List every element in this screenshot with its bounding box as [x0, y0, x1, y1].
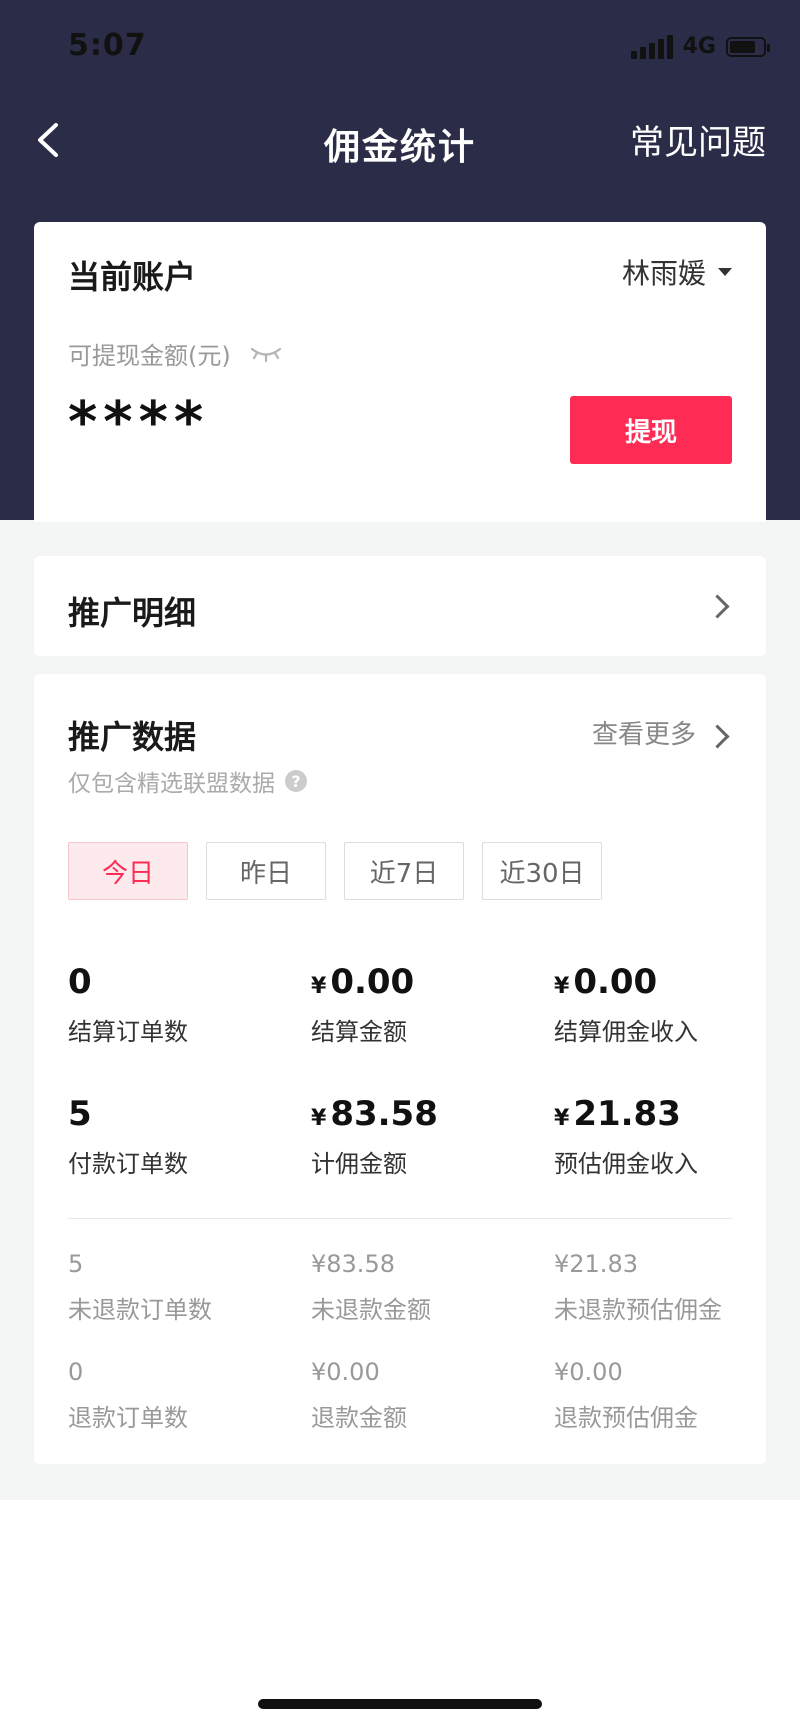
promotion-detail-title: 推广明细 [68, 594, 197, 632]
stat-value: ¥0.00 [311, 962, 415, 1002]
stat-refund-amount: ¥0.00 退款金额 [311, 1358, 531, 1433]
stat-commissionable-amount: ¥83.58 计佣金额 [311, 1094, 531, 1179]
stat-value: ¥21.83 [554, 1094, 681, 1134]
promotion-data-title: 推广数据 [68, 718, 197, 756]
tab-today[interactable]: 今日 [68, 842, 188, 900]
stat-label: 付款订单数 [68, 1150, 188, 1178]
stat-value: ¥0.00 [554, 962, 658, 1002]
stat-value: 0 [68, 962, 92, 1002]
status-time: 5:07 [68, 28, 147, 63]
status-indicators: 4G [630, 34, 770, 59]
stat-label: 未退款金额 [311, 1296, 431, 1324]
stat-value: ¥0.00 [311, 1358, 380, 1386]
date-range-tabs: 今日 昨日 近7日 近30日 [68, 842, 602, 900]
stat-value: 5 [68, 1094, 92, 1134]
stat-settled-orders: 0 结算订单数 [68, 962, 288, 1047]
stat-label: 结算佣金收入 [554, 1018, 698, 1046]
stat-value: ¥83.58 [311, 1094, 438, 1134]
stat-label: 结算订单数 [68, 1018, 188, 1046]
stat-value: ¥21.83 [554, 1250, 638, 1278]
stat-value: ¥0.00 [554, 1358, 623, 1386]
data-subtitle-row: 仅包含精选联盟数据 ? [68, 764, 307, 798]
account-title: 当前账户 [68, 258, 197, 296]
stat-paid-orders: 5 付款订单数 [68, 1094, 288, 1179]
help-icon[interactable]: ? [285, 770, 307, 792]
eye-closed-icon[interactable] [249, 344, 283, 364]
stat-value: 0 [68, 1358, 84, 1386]
stat-settled-amount: ¥0.00 结算金额 [311, 962, 531, 1047]
tab-yesterday[interactable]: 昨日 [206, 842, 326, 900]
caret-down-icon [718, 268, 732, 276]
stat-label: 退款金额 [311, 1404, 407, 1432]
tab-last-7-days[interactable]: 近7日 [344, 842, 464, 900]
signal-icon [630, 34, 673, 59]
withdraw-button[interactable]: 提现 [570, 396, 732, 464]
stat-label: 未退款预估佣金 [554, 1296, 722, 1324]
account-switcher[interactable]: 林雨媛 [622, 252, 732, 292]
stat-value: 5 [68, 1250, 84, 1278]
view-more-link[interactable]: 查看更多 [592, 714, 696, 751]
network-type: 4G [682, 34, 716, 59]
promotion-detail-row[interactable]: 推广明细 [34, 556, 766, 656]
stat-estimated-commission: ¥21.83 预估佣金收入 [554, 1094, 774, 1179]
balance-label-row: 可提现金额(元) [68, 336, 283, 371]
battery-icon [726, 36, 770, 57]
stat-non-refund-orders: 5 未退款订单数 [68, 1250, 288, 1325]
account-username: 林雨媛 [621, 257, 706, 290]
chevron-right-icon [705, 594, 730, 619]
data-subtitle: 仅包含精选联盟数据 [68, 771, 275, 797]
balance-amount-masked: **** [68, 390, 210, 455]
stat-label: 退款预估佣金 [554, 1404, 698, 1432]
stat-settled-commission: ¥0.00 结算佣金收入 [554, 962, 774, 1047]
stat-label: 未退款订单数 [68, 1296, 212, 1324]
tab-last-30-days[interactable]: 近30日 [482, 842, 602, 900]
balance-label: 可提现金额(元) [68, 342, 231, 370]
stat-label: 退款订单数 [68, 1404, 188, 1432]
faq-link[interactable]: 常见问题 [630, 115, 766, 164]
chevron-right-icon[interactable] [705, 724, 730, 749]
stat-label: 计佣金额 [311, 1150, 407, 1178]
account-card: 当前账户 林雨媛 可提现金额(元) **** 提现 [34, 222, 766, 522]
stat-value: ¥83.58 [311, 1250, 395, 1278]
stat-label: 结算金额 [311, 1018, 407, 1046]
home-indicator[interactable] [258, 1699, 542, 1709]
stat-refund-commission: ¥0.00 退款预估佣金 [554, 1358, 774, 1433]
promotion-data-card: 推广数据 查看更多 仅包含精选联盟数据 ? 今日 昨日 近7日 近30日 0 结… [34, 674, 766, 1464]
stat-label: 预估佣金收入 [554, 1150, 698, 1178]
divider [68, 1218, 732, 1219]
stat-non-refund-amount: ¥83.58 未退款金额 [311, 1250, 531, 1325]
stat-refund-orders: 0 退款订单数 [68, 1358, 288, 1433]
stat-non-refund-commission: ¥21.83 未退款预估佣金 [554, 1250, 774, 1325]
